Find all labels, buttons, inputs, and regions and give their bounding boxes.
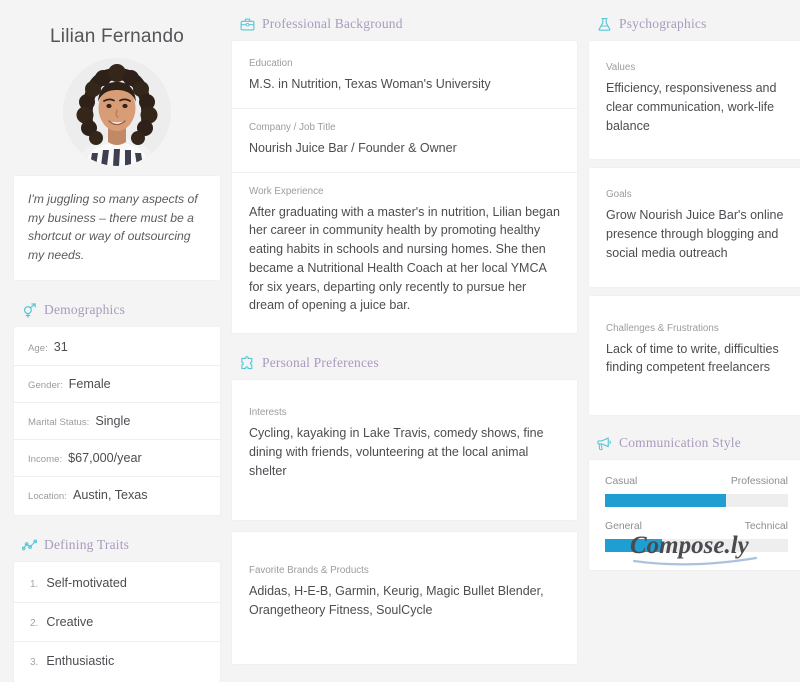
table-row: Marital Status: Single — [14, 403, 220, 441]
field-label: Challenges & Frustrations — [606, 322, 719, 334]
slider-track[interactable] — [605, 494, 788, 507]
field-value: Efficiency, responsiveness and clear com… — [606, 81, 777, 133]
goals-card: Goals Grow Nourish Juice Bar's online pr… — [589, 168, 800, 287]
demo-label: Age: — [28, 343, 48, 355]
field-interests: Interests Cycling, kayaking in Lake Trav… — [232, 394, 577, 494]
persona-quote-card: I'm juggling so many aspects of my busin… — [14, 176, 220, 281]
field-value: Nourish Juice Bar / Founder & Owner — [249, 140, 457, 155]
trait-number: 1. — [30, 579, 39, 591]
field-value: Adidas, H-E-B, Garmin, Keurig, Magic Bul… — [249, 584, 544, 617]
field-label: Education — [249, 58, 293, 69]
demographics-card: Age: 31 Gender: Female Marital Status: S… — [14, 327, 220, 516]
field-value: M.S. in Nutrition, Texas Woman's Univers… — [249, 77, 491, 91]
megaphone-icon — [597, 436, 612, 451]
field-label: Company / Job Title — [249, 121, 336, 133]
demo-label: Gender: — [28, 380, 63, 392]
middle-column: Professional Background Education M.S. i… — [232, 14, 577, 664]
slider-labels: Casual Professional — [605, 476, 788, 487]
section-header-psychographics: Psychographics — [597, 16, 800, 32]
section-title-communication-style: Communication Style — [619, 435, 741, 450]
field-challenges-frustrations: Challenges & Frustrations Lack of time t… — [589, 310, 800, 392]
page-title: Lilian Fernando — [50, 26, 184, 47]
professional-background-card: Education M.S. in Nutrition, Texas Woman… — [232, 41, 577, 333]
gender-symbols-icon — [22, 303, 37, 318]
trait-number: 2. — [30, 618, 39, 630]
field-value: Cycling, kayaking in Lake Travis, comedy… — [249, 426, 544, 478]
list-item: 1. Self-motivated — [14, 564, 220, 604]
section-header-demographics: Demographics — [22, 302, 220, 318]
network-graph-icon — [22, 538, 37, 553]
field-label: Values — [606, 62, 636, 73]
section-title-defining-traits: Defining Traits — [44, 537, 130, 553]
demo-value: $67,000/year — [68, 451, 142, 466]
list-item: 2. Creative — [14, 603, 220, 643]
demo-value: Female — [68, 377, 111, 392]
field-values: Values Efficiency, responsiveness and cl… — [589, 49, 800, 149]
field-label: Favorite Brands & Products — [249, 565, 369, 577]
section-header-defining-traits: Defining Traits — [22, 537, 220, 553]
demo-value: Single — [95, 414, 131, 429]
field-value: After graduating with a master's in nutr… — [249, 204, 560, 313]
challenges-card: Challenges & Frustrations Lack of time t… — [589, 295, 800, 415]
demo-value: Austin, Texas — [72, 488, 148, 503]
field-favorite-brands: Favorite Brands & Products Adidas, H-E-B… — [232, 552, 577, 634]
field-value: Lack of time to write, difficulties find… — [606, 341, 779, 375]
section-title-professional-background: Professional Background — [262, 16, 403, 31]
interests-card: Interests Cycling, kayaking in Lake Trav… — [232, 380, 577, 521]
trait-text: Enthusiastic — [46, 654, 115, 669]
trait-number: 3. — [30, 657, 39, 669]
logo-wordmark: Compose.ly — [630, 532, 750, 559]
field-work-experience: Work Experience After graduating with a … — [232, 173, 577, 330]
demo-label: Marital Status: — [28, 417, 90, 429]
list-item: 3. Enthusiastic — [14, 642, 220, 680]
section-title-demographics: Demographics — [44, 302, 126, 318]
trait-text: Creative — [46, 615, 94, 630]
field-label: Work Experience — [249, 185, 324, 197]
demo-label: Location: — [28, 491, 67, 503]
values-card: Values Efficiency, responsiveness and cl… — [589, 41, 800, 160]
avatar-wrap — [14, 58, 220, 166]
portrait-photo-icon — [63, 58, 171, 166]
table-row: Income: $67,000/year — [14, 440, 220, 478]
persona-sheet: Lilian Fernando I'm juggling so many asp… — [0, 0, 800, 682]
field-label: Goals — [606, 189, 632, 201]
composely-logo: Compose.ly — [628, 525, 778, 573]
section-header-communication-style: Communication Style — [597, 435, 800, 451]
slider-fill — [605, 494, 726, 507]
slider-casual-professional[interactable]: Casual Professional — [605, 476, 788, 507]
demo-value: 31 — [53, 340, 68, 355]
puzzle-piece-icon — [240, 355, 255, 371]
section-header-professional-background: Professional Background — [240, 16, 577, 32]
field-label: Interests — [249, 407, 287, 418]
table-row: Age: 31 — [14, 329, 220, 367]
field-goals: Goals Grow Nourish Juice Bar's online pr… — [589, 176, 800, 276]
slider-right-label: Professional — [730, 476, 788, 487]
defining-traits-card: 1. Self-motivated 2. Creative 3. Enthusi… — [14, 562, 220, 682]
field-company-job-title: Company / Job Title Nourish Juice Bar / … — [232, 109, 577, 173]
trait-text: Self-motivated — [46, 576, 127, 591]
right-column: Psychographics Values Efficiency, respon… — [589, 14, 800, 587]
field-education: Education M.S. in Nutrition, Texas Woman… — [232, 45, 577, 109]
section-title-psychographics: Psychographics — [619, 16, 707, 31]
table-row: Gender: Female — [14, 366, 220, 404]
briefcase-icon — [240, 17, 255, 32]
flask-icon — [597, 17, 612, 32]
favorite-brands-card: Favorite Brands & Products Adidas, H-E-B… — [232, 532, 577, 664]
slider-left-label: Casual — [605, 476, 638, 487]
avatar — [63, 58, 171, 166]
persona-quote: I'm juggling so many aspects of my busin… — [28, 192, 198, 262]
table-row: Location: Austin, Texas — [14, 477, 220, 513]
field-value: Grow Nourish Juice Bar's online presence… — [606, 208, 784, 260]
demo-label: Income: — [28, 454, 63, 466]
section-header-personal-preferences: Personal Preferences — [240, 355, 577, 371]
left-column: Lilian Fernando I'm juggling so many asp… — [14, 14, 220, 682]
section-title-personal-preferences: Personal Preferences — [262, 355, 379, 370]
